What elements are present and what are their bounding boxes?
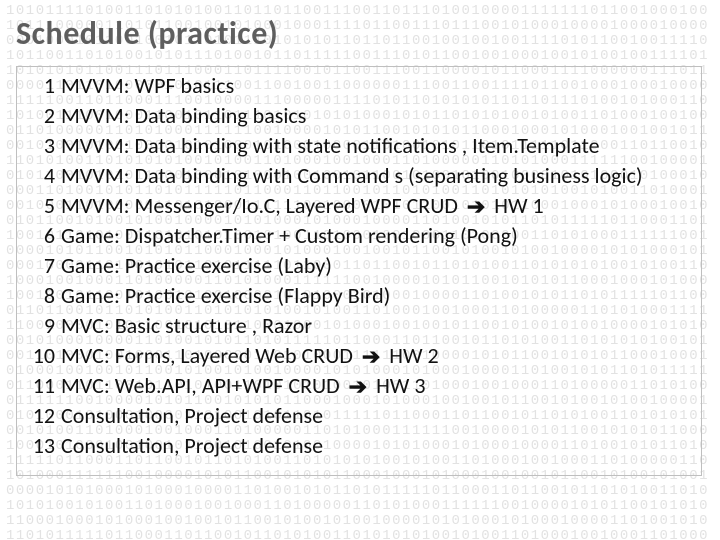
row-text-tail: HW 3 [371, 372, 425, 399]
row-text-main: Game: Practice exercise (Flappy Bird) [61, 282, 390, 309]
row-text: Consultation, Project defense [61, 401, 323, 431]
arrow-icon: ➔ [463, 192, 489, 222]
schedule-row: 5MVVM: Messenger/Io.C, Layered WPF CRUD … [25, 191, 693, 221]
arrow-icon: ➔ [358, 342, 384, 372]
row-text-main: MVC: Web.API, API+WPF CRUD [61, 372, 345, 399]
row-number: 3 [25, 131, 55, 161]
row-text: MVC: Basic structure , Razor [61, 311, 312, 341]
row-text: MVC: Forms, Layered Web CRUD ➔ HW 2 [61, 341, 439, 371]
row-text-main: MVVM: Messenger/Io.C, Layered WPF CRUD [61, 192, 463, 219]
row-text-main: Consultation, Project defense [61, 402, 323, 429]
schedule-row: 4MVVM: Data binding with Command s (sepa… [25, 161, 693, 191]
row-number: 8 [25, 281, 55, 311]
row-text-tail: HW 2 [384, 342, 438, 369]
row-number: 2 [25, 101, 55, 131]
row-number: 5 [25, 191, 55, 221]
row-text: Game: Practice exercise (Flappy Bird) [61, 281, 390, 311]
row-number: 6 [25, 221, 55, 251]
schedule-row: 1MVVM: WPF basics [25, 71, 693, 101]
schedule-box: 1MVVM: WPF basics2MVVM: Data binding bas… [16, 66, 702, 476]
row-number: 4 [25, 161, 55, 191]
row-number: 10 [25, 341, 55, 371]
schedule-row: 11MVC: Web.API, API+WPF CRUD ➔ HW 3 [25, 371, 693, 401]
row-number: 13 [25, 431, 55, 461]
row-text: Game: Dispatcher.Timer + Custom renderin… [61, 221, 518, 251]
row-text-main: Game: Dispatcher.Timer + Custom renderin… [61, 222, 518, 249]
page-title: Schedule (practice) [16, 14, 278, 53]
schedule-row: 10MVC: Forms, Layered Web CRUD ➔ HW 2 [25, 341, 693, 371]
row-text-main: MVVM: Data binding basics [61, 102, 306, 129]
schedule-row: 8Game: Practice exercise (Flappy Bird) [25, 281, 693, 311]
row-text-main: MVC: Forms, Layered Web CRUD [61, 342, 358, 369]
row-text-main: Consultation, Project defense [61, 432, 323, 459]
row-text-main: MVVM: Data binding with Command s (separ… [61, 162, 643, 189]
row-text: MVVM: Data binding with state notificati… [61, 131, 600, 161]
row-text: Consultation, Project defense [61, 431, 323, 461]
row-text: MVVM: Messenger/Io.C, Layered WPF CRUD ➔… [61, 191, 544, 221]
row-text: MVVM: Data binding basics [61, 101, 306, 131]
row-text: MVVM: WPF basics [61, 71, 234, 101]
row-text: Game: Practice exercise (Laby) [61, 251, 332, 281]
row-text-main: Game: Practice exercise (Laby) [61, 252, 332, 279]
schedule-row: 3MVVM: Data binding with state notificat… [25, 131, 693, 161]
row-text-main: MVVM: WPF basics [61, 72, 234, 99]
row-number: 11 [25, 371, 55, 401]
row-text-main: MVVM: Data binding with state notificati… [61, 132, 600, 159]
row-number: 12 [25, 401, 55, 431]
schedule-row: 12Consultation, Project defense [25, 401, 693, 431]
row-number: 7 [25, 251, 55, 281]
schedule-row: 9MVC: Basic structure , Razor [25, 311, 693, 341]
row-text-tail: HW 1 [489, 192, 543, 219]
row-text: MVC: Web.API, API+WPF CRUD ➔ HW 3 [61, 371, 426, 401]
row-text: MVVM: Data binding with Command s (separ… [61, 161, 643, 191]
schedule-row: 13Consultation, Project defense [25, 431, 693, 461]
row-number: 1 [25, 71, 55, 101]
row-text-main: MVC: Basic structure , Razor [61, 312, 312, 339]
slide: 1010111101001101010100110110110011100110… [0, 0, 720, 540]
schedule-row: 6Game: Dispatcher.Timer + Custom renderi… [25, 221, 693, 251]
schedule-row: 7Game: Practice exercise (Laby) [25, 251, 693, 281]
schedule-row: 2MVVM: Data binding basics [25, 101, 693, 131]
row-number: 9 [25, 311, 55, 341]
arrow-icon: ➔ [345, 372, 371, 402]
